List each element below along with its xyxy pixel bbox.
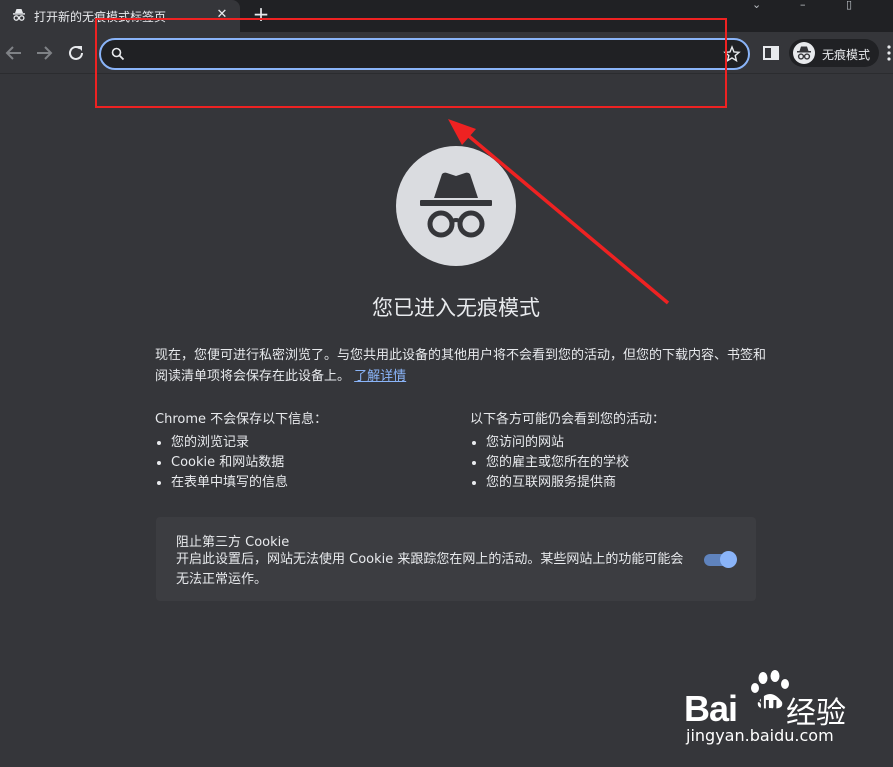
intro-paragraph: 现在，您便可进行私密浏览了。与您共用此设备的其他用户将不会看到您的活动，但您的下… — [155, 345, 775, 387]
watermark-url: jingyan.baidu.com — [686, 726, 834, 745]
arrow-forward-icon[interactable] — [32, 41, 56, 65]
side-panel-icon[interactable] — [762, 44, 780, 62]
avatar — [793, 42, 815, 64]
page-title: 您已进入无痕模式 — [372, 296, 540, 320]
incognito-icon — [797, 46, 811, 60]
section-heading: Chrome 不会保存以下信息： — [155, 412, 328, 427]
may-see-section: 以下各方可能仍会看到您的活动： 您访问的网站 您的雇主或您所在的学校 您的互联网… — [470, 410, 770, 493]
incognito-icon — [13, 9, 25, 21]
incognito-hero-icon — [396, 146, 516, 266]
list-item: 您的互联网服务提供商 — [470, 473, 770, 493]
list-item: 在表单中填写的信息 — [155, 473, 455, 493]
learn-more-link[interactable]: 了解详情 — [354, 369, 406, 384]
baidu-jingyan-watermark: Bai du 经验 jingyan.baidu.com — [684, 668, 884, 748]
arrow-back-icon[interactable] — [2, 41, 26, 65]
block-cookies-toggle[interactable] — [704, 551, 738, 568]
list-item: 您的雇主或您所在的学校 — [470, 453, 770, 473]
section-heading: 以下各方可能仍会看到您的活动： — [470, 412, 666, 427]
not-saved-section: Chrome 不会保存以下信息： 您的浏览记录 Cookie 和网站数据 在表单… — [155, 410, 455, 493]
third-party-cookie-card: 阻止第三方 Cookie 开启此设置后，网站无法使用 Cookie 来跟踪您在网… — [156, 517, 756, 601]
incognito-icon — [420, 172, 492, 238]
minimize-icon[interactable]: – — [800, 0, 806, 10]
tab-search-icon[interactable]: ⌄ — [752, 0, 761, 10]
menu-icon[interactable] — [884, 44, 893, 62]
toggle-knob — [720, 551, 737, 568]
cookie-card-description: 开启此设置后，网站无法使用 Cookie 来跟踪您在网上的活动。某些网站上的功能… — [176, 552, 684, 587]
intro-text: 现在，您便可进行私密浏览了。与您共用此设备的其他用户将不会看到您的活动，但您的下… — [155, 348, 767, 384]
maximize-icon[interactable]: ▯ — [846, 0, 852, 10]
reload-icon[interactable] — [64, 41, 88, 65]
profile-chip[interactable]: 无痕模式 — [789, 39, 879, 67]
list-item: 您的浏览记录 — [155, 433, 455, 453]
annotation-highlight-box — [95, 18, 727, 108]
watermark-brand-left: Bai — [684, 688, 738, 729]
list-item: 您访问的网站 — [470, 433, 770, 453]
list-item: Cookie 和网站数据 — [155, 453, 455, 473]
profile-chip-label: 无痕模式 — [822, 48, 871, 62]
watermark-brand-right: du — [752, 692, 778, 717]
cookie-card-title: 阻止第三方 Cookie — [176, 535, 290, 550]
